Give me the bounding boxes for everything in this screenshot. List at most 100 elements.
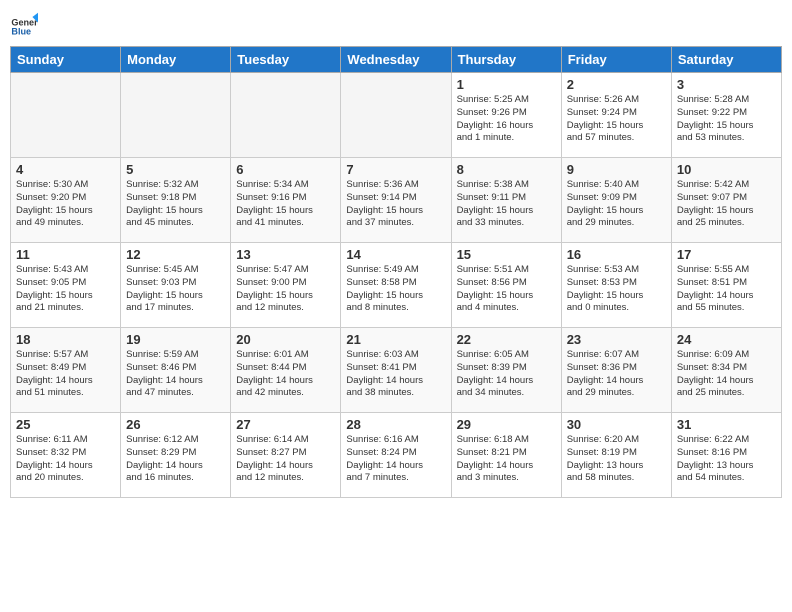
- day-number: 23: [567, 332, 666, 347]
- col-header-saturday: Saturday: [671, 47, 781, 73]
- day-info: Sunrise: 5:25 AM Sunset: 9:26 PM Dayligh…: [457, 94, 556, 145]
- day-cell: 28 Sunrise: 6:16 AM Sunset: 8:24 PM Dayli…: [341, 413, 451, 498]
- day-info: Sunrise: 5:42 AM Sunset: 9:07 PM Dayligh…: [677, 179, 776, 230]
- day-info: Sunrise: 6:01 AM Sunset: 8:44 PM Dayligh…: [236, 349, 335, 400]
- day-info: Sunrise: 5:26 AM Sunset: 9:24 PM Dayligh…: [567, 94, 666, 145]
- day-cell: 13Sunrise: 5:47 AM Sunset: 9:00 PM Dayli…: [231, 243, 341, 328]
- day-cell: 8 Sunrise: 5:38 AM Sunset: 9:11 PM Daylig…: [451, 158, 561, 243]
- col-header-wednesday: Wednesday: [341, 47, 451, 73]
- svg-text:Blue: Blue: [11, 27, 31, 37]
- logo-icon: General Blue: [10, 10, 38, 38]
- day-info: Sunrise: 6:16 AM Sunset: 8:24 PM Dayligh…: [346, 434, 445, 485]
- day-info: Sunrise: 6:05 AM Sunset: 8:39 PM Dayligh…: [457, 349, 556, 400]
- day-number: 11: [16, 247, 115, 262]
- day-cell: 7 Sunrise: 5:36 AM Sunset: 9:14 PM Daylig…: [341, 158, 451, 243]
- day-info: Sunrise: 5:34 AM Sunset: 9:16 PM Dayligh…: [236, 179, 335, 230]
- day-cell: 27 Sunrise: 6:14 AM Sunset: 8:27 PM Dayli…: [231, 413, 341, 498]
- day-cell: 2 Sunrise: 5:26 AM Sunset: 9:24 PM Daylig…: [561, 73, 671, 158]
- day-number: 20: [236, 332, 335, 347]
- day-number: 10: [677, 162, 776, 177]
- week-row-4: 18 Sunrise: 5:57 AM Sunset: 8:49 PM Dayli…: [11, 328, 782, 413]
- day-number: 21: [346, 332, 445, 347]
- header: General Blue: [10, 10, 782, 38]
- day-number: 28: [346, 417, 445, 432]
- day-number: 18: [16, 332, 115, 347]
- day-cell: 20 Sunrise: 6:01 AM Sunset: 8:44 PM Dayli…: [231, 328, 341, 413]
- day-number: 15: [457, 247, 556, 262]
- day-info: Sunrise: 6:20 AM Sunset: 8:19 PM Dayligh…: [567, 434, 666, 485]
- day-info: Sunrise: 6:14 AM Sunset: 8:27 PM Dayligh…: [236, 434, 335, 485]
- day-cell: 14Sunrise: 5:49 AM Sunset: 8:58 PM Dayli…: [341, 243, 451, 328]
- day-info: Sunrise: 6:09 AM Sunset: 8:34 PM Dayligh…: [677, 349, 776, 400]
- day-info: Sunrise: 6:18 AM Sunset: 8:21 PM Dayligh…: [457, 434, 556, 485]
- day-cell: [121, 73, 231, 158]
- day-number: 29: [457, 417, 556, 432]
- day-info: Sunrise: 5:28 AM Sunset: 9:22 PM Dayligh…: [677, 94, 776, 145]
- day-info: Sunrise: 5:40 AM Sunset: 9:09 PM Dayligh…: [567, 179, 666, 230]
- day-number: 5: [126, 162, 225, 177]
- day-info: Sunrise: 5:43 AM Sunset: 9:05 PM Dayligh…: [16, 264, 115, 315]
- day-cell: 11 Sunrise: 5:43 AM Sunset: 9:05 PM Dayli…: [11, 243, 121, 328]
- day-info: Sunrise: 5:51 AM Sunset: 8:56 PM Dayligh…: [457, 264, 556, 315]
- day-info: Sunrise: 6:12 AM Sunset: 8:29 PM Dayligh…: [126, 434, 225, 485]
- day-cell: 15 Sunrise: 5:51 AM Sunset: 8:56 PM Dayli…: [451, 243, 561, 328]
- day-number: 4: [16, 162, 115, 177]
- day-info: Sunrise: 5:49 AM Sunset: 8:58 PM Dayligh…: [346, 264, 445, 315]
- day-cell: 23 Sunrise: 6:07 AM Sunset: 8:36 PM Dayli…: [561, 328, 671, 413]
- day-cell: 19 Sunrise: 5:59 AM Sunset: 8:46 PM Dayli…: [121, 328, 231, 413]
- week-row-5: 25Sunrise: 6:11 AM Sunset: 8:32 PM Dayli…: [11, 413, 782, 498]
- day-cell: 17 Sunrise: 5:55 AM Sunset: 8:51 PM Dayli…: [671, 243, 781, 328]
- day-info: Sunrise: 5:32 AM Sunset: 9:18 PM Dayligh…: [126, 179, 225, 230]
- day-number: 31: [677, 417, 776, 432]
- col-header-tuesday: Tuesday: [231, 47, 341, 73]
- day-info: Sunrise: 5:55 AM Sunset: 8:51 PM Dayligh…: [677, 264, 776, 315]
- day-number: 22: [457, 332, 556, 347]
- day-number: 2: [567, 77, 666, 92]
- col-header-friday: Friday: [561, 47, 671, 73]
- day-cell: [231, 73, 341, 158]
- day-info: Sunrise: 5:30 AM Sunset: 9:20 PM Dayligh…: [16, 179, 115, 230]
- day-cell: 9 Sunrise: 5:40 AM Sunset: 9:09 PM Daylig…: [561, 158, 671, 243]
- day-number: 13: [236, 247, 335, 262]
- day-number: 24: [677, 332, 776, 347]
- day-number: 19: [126, 332, 225, 347]
- day-number: 26: [126, 417, 225, 432]
- day-info: Sunrise: 6:07 AM Sunset: 8:36 PM Dayligh…: [567, 349, 666, 400]
- day-cell: 26 Sunrise: 6:12 AM Sunset: 8:29 PM Dayli…: [121, 413, 231, 498]
- day-cell: 31Sunrise: 6:22 AM Sunset: 8:16 PM Dayli…: [671, 413, 781, 498]
- day-info: Sunrise: 5:57 AM Sunset: 8:49 PM Dayligh…: [16, 349, 115, 400]
- day-number: 25: [16, 417, 115, 432]
- day-number: 27: [236, 417, 335, 432]
- day-cell: [341, 73, 451, 158]
- day-number: 17: [677, 247, 776, 262]
- col-header-thursday: Thursday: [451, 47, 561, 73]
- day-info: Sunrise: 5:45 AM Sunset: 9:03 PM Dayligh…: [126, 264, 225, 315]
- day-info: Sunrise: 5:59 AM Sunset: 8:46 PM Dayligh…: [126, 349, 225, 400]
- day-info: Sunrise: 5:53 AM Sunset: 8:53 PM Dayligh…: [567, 264, 666, 315]
- day-cell: 18 Sunrise: 5:57 AM Sunset: 8:49 PM Dayli…: [11, 328, 121, 413]
- day-cell: 16 Sunrise: 5:53 AM Sunset: 8:53 PM Dayli…: [561, 243, 671, 328]
- day-number: 9: [567, 162, 666, 177]
- day-number: 30: [567, 417, 666, 432]
- day-cell: 25Sunrise: 6:11 AM Sunset: 8:32 PM Dayli…: [11, 413, 121, 498]
- day-info: Sunrise: 5:38 AM Sunset: 9:11 PM Dayligh…: [457, 179, 556, 230]
- day-number: 6: [236, 162, 335, 177]
- week-row-1: 1Sunrise: 5:25 AM Sunset: 9:26 PM Daylig…: [11, 73, 782, 158]
- day-cell: 6 Sunrise: 5:34 AM Sunset: 9:16 PM Daylig…: [231, 158, 341, 243]
- day-info: Sunrise: 5:36 AM Sunset: 9:14 PM Dayligh…: [346, 179, 445, 230]
- day-cell: 1Sunrise: 5:25 AM Sunset: 9:26 PM Daylig…: [451, 73, 561, 158]
- day-cell: 21Sunrise: 6:03 AM Sunset: 8:41 PM Dayli…: [341, 328, 451, 413]
- day-cell: 3 Sunrise: 5:28 AM Sunset: 9:22 PM Daylig…: [671, 73, 781, 158]
- day-cell: 4 Sunrise: 5:30 AM Sunset: 9:20 PM Daylig…: [11, 158, 121, 243]
- day-cell: 30 Sunrise: 6:20 AM Sunset: 8:19 PM Dayli…: [561, 413, 671, 498]
- week-row-3: 11 Sunrise: 5:43 AM Sunset: 9:05 PM Dayli…: [11, 243, 782, 328]
- col-header-sunday: Sunday: [11, 47, 121, 73]
- day-number: 7: [346, 162, 445, 177]
- day-number: 8: [457, 162, 556, 177]
- col-header-monday: Monday: [121, 47, 231, 73]
- week-row-2: 4 Sunrise: 5:30 AM Sunset: 9:20 PM Daylig…: [11, 158, 782, 243]
- day-number: 16: [567, 247, 666, 262]
- header-row: SundayMondayTuesdayWednesdayThursdayFrid…: [11, 47, 782, 73]
- day-cell: 5 Sunrise: 5:32 AM Sunset: 9:18 PM Daylig…: [121, 158, 231, 243]
- day-number: 3: [677, 77, 776, 92]
